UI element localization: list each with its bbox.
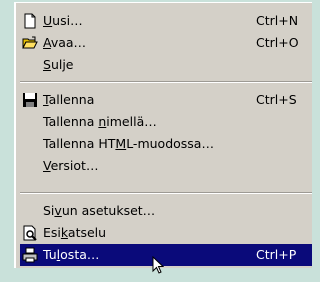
menu-item-label: Sivun asetukset… xyxy=(43,203,156,218)
menu-item-open[interactable]: Avaa… Ctrl+O xyxy=(16,32,312,54)
menu-item-print-preview[interactable]: Esikatselu xyxy=(16,222,312,244)
menu-item-label: Tallenna nimellä… xyxy=(43,114,157,129)
menu-item-label: Avaa… xyxy=(43,35,87,50)
menu-item-label: Tallenna HTML-muodossa… xyxy=(43,136,214,151)
print-preview-icon xyxy=(23,225,37,241)
menu-item-label: Versiot… xyxy=(43,158,99,173)
menu-separator xyxy=(20,81,312,83)
open-folder-icon xyxy=(22,36,38,49)
menu-item-label: Tulosta… xyxy=(43,247,100,262)
printer-icon xyxy=(22,247,38,263)
menu-item-new[interactable]: Uusi… Ctrl+N xyxy=(16,10,312,32)
menu-item-save-as-html[interactable]: Tallenna HTML-muodossa… xyxy=(16,133,312,155)
menu-item-print[interactable]: Tulosta… Ctrl+P xyxy=(20,244,312,266)
new-document-icon xyxy=(24,13,36,29)
menu-item-save-as[interactable]: Tallenna nimellä… xyxy=(16,111,312,133)
menu-item-versions[interactable]: Versiot… xyxy=(16,155,312,177)
menu-item-save[interactable]: Tallenna Ctrl+S xyxy=(16,89,312,111)
mouse-pointer-icon xyxy=(152,256,164,274)
menu-item-close[interactable]: Sulje xyxy=(16,54,312,76)
menu-separator xyxy=(20,192,312,194)
menu-item-label: Sulje xyxy=(43,57,74,72)
menu-item-shortcut: Ctrl+S xyxy=(256,92,297,107)
save-disk-icon xyxy=(23,93,37,107)
menu-item-label: Tallenna xyxy=(43,92,95,107)
menu-item-shortcut: Ctrl+N xyxy=(256,13,299,28)
file-menu: Uusi… Ctrl+N Avaa… Ctrl+O Sulje Tallenna… xyxy=(14,2,312,268)
menu-item-label: Uusi… xyxy=(43,13,83,28)
menu-item-label: Esikatselu xyxy=(43,225,107,240)
menu-item-shortcut: Ctrl+P xyxy=(256,247,297,262)
menu-item-page-setup[interactable]: Sivun asetukset… xyxy=(16,200,312,222)
menu-item-shortcut: Ctrl+O xyxy=(256,35,299,50)
